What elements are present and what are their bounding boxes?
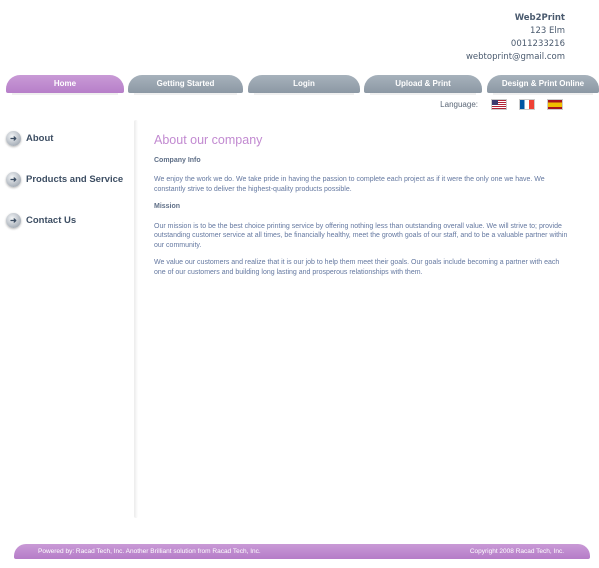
arrow-circle-icon: ➜ (6, 130, 21, 146)
language-label: Language: (440, 100, 478, 109)
company-phone: 0011233216 (510, 39, 565, 49)
us-flag-icon[interactable] (492, 100, 506, 109)
company-info: Web2Print 123 Elm 0011233216 webtoprint@… (466, 12, 565, 64)
sidebar-divider (134, 120, 138, 518)
company-address: 123 Elm (530, 26, 565, 36)
mission-heading: Mission (154, 203, 181, 210)
company-info-heading: Company Info (154, 156, 201, 164)
nav-getting-started-tab[interactable]: Getting Started (128, 75, 243, 95)
arrow-circle-icon: ➜ (6, 212, 21, 228)
spain-flag-icon[interactable] (548, 100, 562, 109)
mission-text: Our mission is to be the best choice pri… (154, 222, 568, 249)
sidebar-item-label: Contact Us (26, 214, 77, 226)
arrow-circle-icon: ➜ (6, 171, 21, 187)
france-flag-icon[interactable] (520, 100, 534, 109)
sidebar-item-about[interactable]: ➜ About (6, 128, 136, 148)
sidebar: ➜ About ➜ Products and Service ➜ Contact… (6, 128, 136, 251)
company-info-text: We enjoy the work we do. We take pride i… (154, 176, 545, 193)
nav-upload-print-tab[interactable]: Upload & Print (364, 75, 482, 95)
language-selector: Language: (440, 100, 562, 109)
sidebar-item-label: About (26, 132, 54, 144)
company-name: Web2Print (514, 13, 565, 23)
sidebar-item-products[interactable]: ➜ Products and Service (6, 169, 136, 189)
values-text: We value our customers and realize that … (154, 259, 560, 276)
nav-home-tab[interactable]: Home (6, 75, 124, 95)
sidebar-item-contact[interactable]: ➜ Contact Us (6, 210, 136, 230)
footer-powered-by: Powered by: Racad Tech, Inc. Another Bri… (38, 548, 261, 555)
page-title: About our company (154, 133, 263, 147)
main-content: About our company Company Info We enjoy … (154, 133, 572, 285)
sidebar-item-label: Products and Service (26, 173, 124, 185)
main-nav: Home Getting Started Login Upload & Prin… (6, 75, 599, 95)
company-email: webtoprint@gmail.com (465, 52, 565, 62)
nav-login-tab[interactable]: Login (248, 75, 360, 95)
footer: Powered by: Racad Tech, Inc. Another Bri… (14, 544, 590, 559)
footer-copyright: Copyright 2008 Racad Tech, Inc. (469, 548, 564, 555)
nav-design-print-tab[interactable]: Design & Print Online (487, 75, 599, 95)
